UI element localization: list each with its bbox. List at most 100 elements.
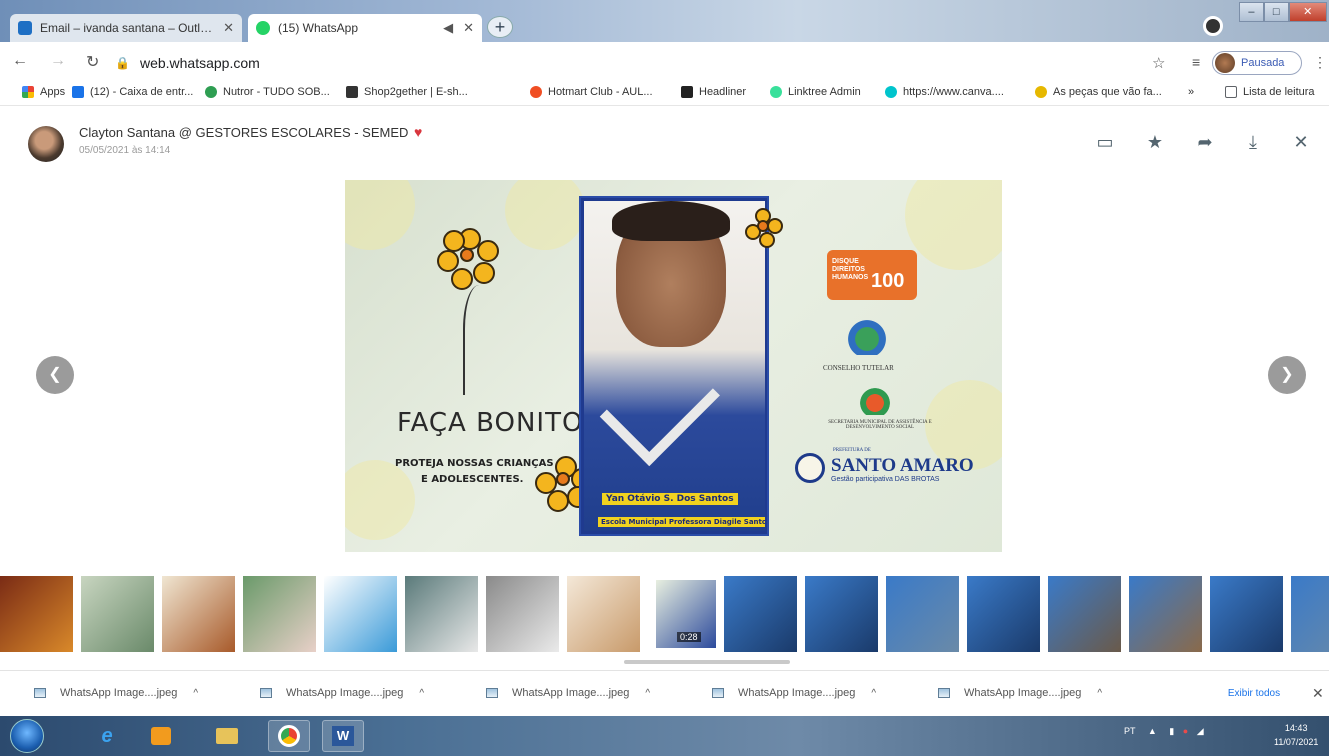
media-thumbnail[interactable] bbox=[1291, 576, 1329, 652]
tab-label: Email – ivanda santana – Outlook bbox=[40, 21, 216, 35]
back-button[interactable]: ← bbox=[12, 52, 28, 70]
tab-close-icon[interactable]: ✕ bbox=[463, 20, 474, 36]
reload-button[interactable]: ↻ bbox=[86, 52, 99, 72]
apps-grid-icon bbox=[22, 86, 34, 98]
chevron-up-icon[interactable]: ^ bbox=[645, 688, 650, 699]
tab-whatsapp[interactable]: (15) WhatsApp ◀ ✕ bbox=[248, 14, 482, 42]
media-thumbnail[interactable] bbox=[81, 576, 154, 652]
address-bar[interactable]: 🔒 web.whatsapp.com bbox=[115, 50, 1165, 76]
media-thumbnail[interactable] bbox=[967, 576, 1040, 652]
bookmark-item[interactable]: As peças que vão fa... bbox=[1035, 86, 1162, 98]
video-duration-label: 0:28 bbox=[677, 632, 701, 642]
media-thumbnail[interactable] bbox=[486, 576, 559, 652]
media-thumbnail[interactable] bbox=[324, 576, 397, 652]
bookmark-label: Headliner bbox=[699, 86, 747, 98]
reading-list-icon[interactable]: ≡ bbox=[1192, 54, 1200, 70]
file-explorer-icon[interactable] bbox=[206, 720, 248, 752]
show-all-downloads-button[interactable]: Exibir todos bbox=[1208, 681, 1300, 707]
close-downloads-icon[interactable]: ✕ bbox=[1312, 685, 1324, 702]
downloads-bar: WhatsApp Image....jpeg ^ WhatsApp Image.… bbox=[0, 670, 1329, 716]
profile-button[interactable]: Pausada bbox=[1212, 51, 1302, 75]
hotline-label: DISQUE DIREITOS HUMANOS bbox=[832, 258, 869, 281]
chevron-up-icon[interactable]: ^ bbox=[871, 688, 876, 699]
download-item[interactable]: WhatsApp Image....jpeg ^ bbox=[34, 687, 198, 699]
next-media-button[interactable]: ❯ bbox=[1268, 356, 1306, 394]
comment-icon[interactable]: ▭ bbox=[1094, 132, 1116, 153]
council-label: CONSELHO TUTELAR bbox=[823, 364, 894, 372]
bookmark-item[interactable]: Nutror - TUDO SOB... bbox=[205, 86, 330, 98]
tab-close-icon[interactable]: ✕ bbox=[223, 20, 234, 36]
media-thumbnail[interactable] bbox=[162, 576, 235, 652]
bookmark-apps[interactable]: Apps bbox=[22, 86, 65, 98]
volume-icon[interactable]: ◢ bbox=[1197, 726, 1204, 736]
previous-media-button[interactable]: ❮ bbox=[36, 356, 74, 394]
campaign-text: PROTEJA NOSSAS CRIANÇAS bbox=[395, 458, 554, 469]
more-menu-icon[interactable]: ⋮ bbox=[1313, 54, 1327, 71]
media-viewer-header: Clayton Santana @ GESTORES ESCOLARES - S… bbox=[0, 110, 1329, 170]
tab-outlook[interactable]: Email – ivanda santana – Outlook ✕ bbox=[10, 14, 242, 42]
bookmark-item[interactable]: Shop2gether | E-sh... bbox=[346, 86, 468, 98]
thumbnail-scrollbar[interactable] bbox=[624, 660, 790, 664]
new-tab-button[interactable]: + bbox=[487, 16, 513, 38]
word-icon[interactable]: W bbox=[322, 720, 364, 752]
reading-list-button[interactable]: Lista de leitura bbox=[1225, 86, 1315, 98]
minimize-button[interactable]: – bbox=[1239, 2, 1264, 22]
close-icon[interactable]: ✕ bbox=[1290, 132, 1312, 153]
forward-button[interactable]: → bbox=[50, 52, 66, 70]
chevron-up-icon[interactable]: ^ bbox=[1097, 688, 1102, 699]
outlook-icon bbox=[18, 21, 32, 35]
download-filename: WhatsApp Image....jpeg bbox=[964, 687, 1082, 699]
media-thumbnail[interactable] bbox=[243, 576, 316, 652]
media-thumbnail[interactable] bbox=[1048, 576, 1121, 652]
bookmark-item[interactable]: Headliner bbox=[681, 86, 746, 98]
download-filename: WhatsApp Image....jpeg bbox=[60, 687, 178, 699]
bookmark-label: Apps bbox=[40, 86, 66, 98]
show-hidden-icons[interactable]: ▲ bbox=[1148, 726, 1157, 736]
background-flower bbox=[905, 180, 1002, 270]
shop2gether-icon bbox=[346, 86, 358, 98]
start-button[interactable] bbox=[10, 719, 44, 753]
media-thumbnail[interactable] bbox=[724, 576, 797, 652]
bookmarks-overflow-button[interactable]: » bbox=[1188, 86, 1194, 98]
media-thumbnail[interactable] bbox=[886, 576, 959, 652]
download-icon[interactable]: ⤓ bbox=[1242, 132, 1264, 153]
download-item[interactable]: WhatsApp Image....jpeg ^ bbox=[712, 687, 876, 699]
battery-icon[interactable]: ● bbox=[1183, 726, 1188, 736]
media-thumbnail[interactable] bbox=[1210, 576, 1283, 652]
bookmark-star-icon[interactable]: ☆ bbox=[1152, 54, 1165, 72]
media-thumbnail[interactable] bbox=[805, 576, 878, 652]
city-name: SANTO AMARO bbox=[831, 455, 974, 476]
network-icon[interactable]: ▮ bbox=[1169, 726, 1174, 736]
language-indicator[interactable]: PT bbox=[1124, 726, 1135, 736]
bookmark-item[interactable]: Hotmart Club - AUL... bbox=[530, 86, 653, 98]
download-item[interactable]: WhatsApp Image....jpeg ^ bbox=[260, 687, 424, 699]
bookmark-item[interactable]: Linktree Admin bbox=[770, 86, 861, 98]
internet-explorer-icon[interactable]: e bbox=[86, 720, 128, 752]
media-thumbnail[interactable] bbox=[1129, 576, 1202, 652]
window-controls: – □ ✕ bbox=[1239, 2, 1327, 22]
media-thumbnail[interactable] bbox=[0, 576, 73, 652]
bookmark-label: As peças que vão fa... bbox=[1053, 86, 1162, 98]
maximize-button[interactable]: □ bbox=[1263, 2, 1289, 22]
bookmark-puzzle-icon bbox=[1035, 86, 1047, 98]
window-close-button[interactable]: ✕ bbox=[1288, 2, 1327, 22]
image-file-icon bbox=[486, 688, 498, 698]
bookmark-item[interactable]: (12) - Caixa de entr... bbox=[72, 86, 193, 98]
forward-icon[interactable]: ➦ bbox=[1194, 132, 1216, 153]
bookmark-item[interactable]: https://www.canva.... bbox=[885, 86, 1004, 98]
chevron-up-icon[interactable]: ^ bbox=[419, 688, 424, 699]
media-thumbnail[interactable] bbox=[405, 576, 478, 652]
student-name-tag: Yan Otávio S. Dos Santos bbox=[602, 493, 738, 505]
image-file-icon bbox=[260, 688, 272, 698]
media-thumbnail-selected[interactable]: 0:28 bbox=[654, 578, 718, 650]
media-player-icon[interactable] bbox=[140, 720, 182, 752]
chevron-up-icon[interactable]: ^ bbox=[193, 688, 198, 699]
system-clock[interactable]: 14:43 11/07/2021 bbox=[1274, 721, 1318, 749]
download-item[interactable]: WhatsApp Image....jpeg ^ bbox=[486, 687, 650, 699]
download-item[interactable]: WhatsApp Image....jpeg ^ bbox=[938, 687, 1102, 699]
star-icon[interactable]: ★ bbox=[1144, 132, 1166, 153]
media-thumbnail[interactable] bbox=[567, 576, 640, 652]
chrome-icon[interactable] bbox=[268, 720, 310, 752]
bookmark-label: Nutror - TUDO SOB... bbox=[223, 86, 330, 98]
avatar[interactable] bbox=[28, 126, 64, 162]
